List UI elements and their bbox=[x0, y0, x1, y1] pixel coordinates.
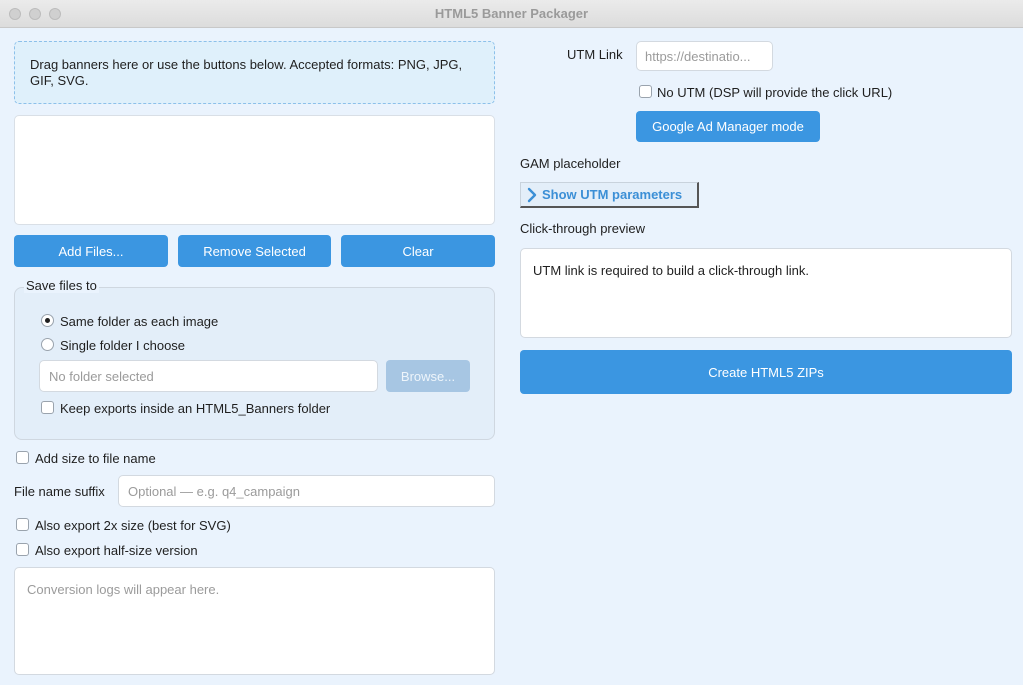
clear-button[interactable]: Clear bbox=[341, 235, 495, 267]
single-folder-radio[interactable] bbox=[41, 338, 54, 351]
utm-link-label: UTM Link bbox=[567, 47, 623, 62]
utm-link-field[interactable]: https://destinatio... bbox=[636, 41, 773, 71]
conversion-log-placeholder: Conversion logs will appear here. bbox=[27, 582, 220, 597]
utm-link-placeholder: https://destinatio... bbox=[645, 48, 751, 64]
keep-inside-checkbox[interactable] bbox=[41, 401, 54, 414]
window-title: HTML5 Banner Packager bbox=[434, 6, 589, 21]
add-size-label: Add size to file name bbox=[35, 451, 156, 466]
same-folder-radio[interactable] bbox=[41, 314, 54, 327]
no-utm-checkbox[interactable] bbox=[639, 85, 652, 98]
click-through-preview: UTM link is required to build a click-th… bbox=[520, 248, 1012, 338]
show-utm-parameters-toggle[interactable]: Show UTM parameters bbox=[520, 182, 699, 208]
drop-zone-text: Drag banners here or use the buttons bel… bbox=[30, 57, 463, 88]
remove-selected-button[interactable]: Remove Selected bbox=[178, 235, 331, 267]
drop-zone[interactable]: Drag banners here or use the buttons bel… bbox=[14, 41, 495, 104]
click-through-preview-text: UTM link is required to build a click-th… bbox=[533, 263, 809, 278]
chevron-right-icon bbox=[527, 187, 537, 202]
keep-inside-label: Keep exports inside an HTML5_Banners fol… bbox=[60, 401, 331, 416]
show-utm-parameters-label: Show UTM parameters bbox=[542, 187, 683, 202]
save-files-label: Save files to bbox=[24, 278, 99, 293]
suffix-label: File name suffix bbox=[14, 484, 105, 499]
add-files-button[interactable]: Add Files... bbox=[14, 235, 168, 267]
export-2x-checkbox[interactable] bbox=[16, 518, 29, 531]
folder-path-field[interactable]: No folder selected bbox=[39, 360, 378, 392]
conversion-log[interactable]: Conversion logs will appear here. bbox=[14, 567, 495, 675]
app-window: HTML5 Banner Packager Drag banners here … bbox=[0, 0, 1023, 685]
export-2x-label: Also export 2x size (best for SVG) bbox=[35, 518, 231, 533]
gam-placeholder-label: GAM placeholder bbox=[520, 156, 621, 171]
single-folder-label: Single folder I choose bbox=[60, 338, 186, 353]
browse-button[interactable]: Browse... bbox=[386, 360, 470, 392]
same-folder-label: Same folder as each image bbox=[60, 314, 219, 329]
add-size-checkbox[interactable] bbox=[16, 451, 29, 464]
suffix-placeholder: Optional — e.g. q4_campaign bbox=[128, 483, 300, 499]
no-utm-label: No UTM (DSP will provide the click URL) bbox=[657, 85, 893, 100]
title-bar: HTML5 Banner Packager bbox=[0, 0, 1023, 28]
export-half-label: Also export half-size version bbox=[35, 543, 198, 558]
click-through-preview-label: Click-through preview bbox=[520, 221, 645, 236]
export-half-checkbox[interactable] bbox=[16, 543, 29, 556]
create-zips-button[interactable]: Create HTML5 ZIPs bbox=[520, 350, 1012, 394]
file-list[interactable] bbox=[14, 115, 495, 225]
suffix-field[interactable]: Optional — e.g. q4_campaign bbox=[118, 475, 495, 507]
gam-mode-button[interactable]: Google Ad Manager mode bbox=[636, 111, 820, 142]
folder-path-placeholder: No folder selected bbox=[49, 368, 154, 384]
